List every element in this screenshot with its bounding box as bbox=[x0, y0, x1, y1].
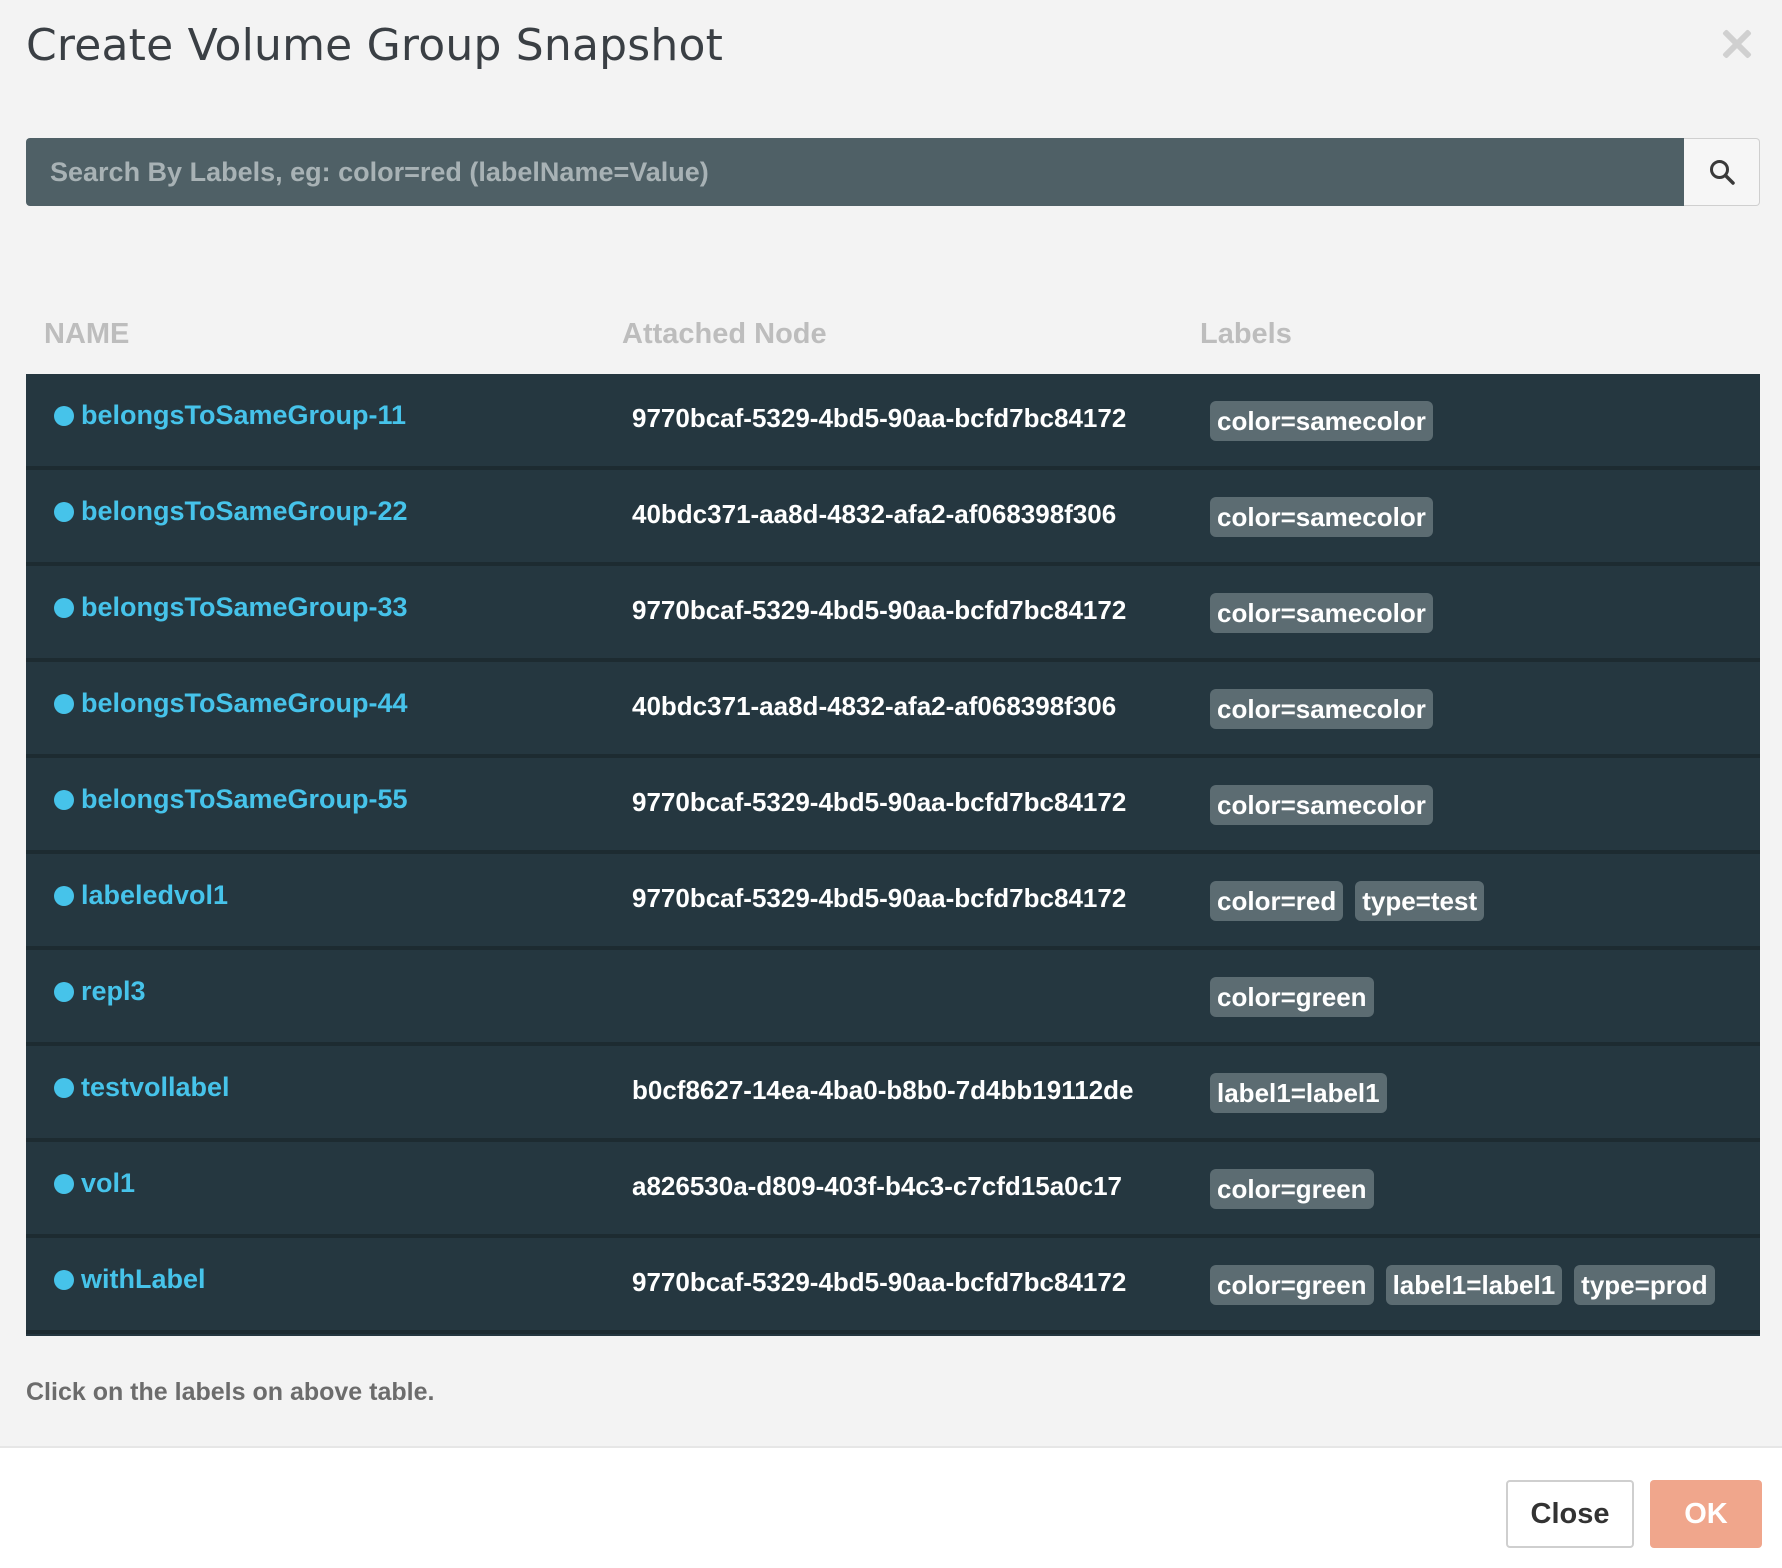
status-dot-icon bbox=[54, 981, 74, 1002]
labels-cell: label1=label1 bbox=[1210, 1073, 1387, 1113]
table-row[interactable]: vol1 a826530a-d809-403f-b4c3-c7cfd15a0c17… bbox=[26, 1142, 1760, 1238]
status-dot-icon bbox=[54, 1077, 74, 1098]
volume-name: repl3 bbox=[81, 976, 146, 1006]
volume-name: belongsToSameGroup-11 bbox=[81, 400, 407, 430]
labels-cell: color=samecolor bbox=[1210, 593, 1433, 633]
labels-cell: color=red type=test bbox=[1210, 881, 1485, 921]
labels-cell: color=samecolor bbox=[1210, 401, 1433, 441]
attached-node: b0cf8627-14ea-4ba0-b8b0-7d4bb19112de bbox=[632, 1075, 1134, 1105]
table-header: NAME Attached Node Labels bbox=[26, 310, 1760, 360]
labels-cell: color=green bbox=[1210, 1169, 1374, 1209]
dialog-title: Create Volume Group Snapshot bbox=[26, 20, 724, 71]
attached-node: 40bdc371-aa8d-4832-afa2-af068398f306 bbox=[632, 691, 1117, 721]
table-row[interactable]: belongsToSameGroup-33 9770bcaf-5329-4bd5-… bbox=[26, 566, 1760, 662]
volume-name-link[interactable]: withLabel bbox=[54, 1264, 206, 1295]
volume-name: testvollabel bbox=[81, 1072, 230, 1102]
attached-node: 9770bcaf-5329-4bd5-90aa-bcfd7bc84172 bbox=[632, 883, 1127, 913]
attached-node: 9770bcaf-5329-4bd5-90aa-bcfd7bc84172 bbox=[632, 1267, 1127, 1297]
labels-cell: color=samecolor bbox=[1210, 689, 1433, 729]
attached-node: 9770bcaf-5329-4bd5-90aa-bcfd7bc84172 bbox=[632, 403, 1127, 433]
table-row[interactable]: testvollabel b0cf8627-14ea-4ba0-b8b0-7d4b… bbox=[26, 1046, 1760, 1142]
search-icon bbox=[1709, 160, 1735, 185]
labels-cell: color=green bbox=[1210, 977, 1374, 1017]
search-input[interactable] bbox=[26, 138, 1684, 206]
label-chip[interactable]: color=red bbox=[1210, 881, 1344, 921]
labels-cell: color=samecolor bbox=[1210, 785, 1433, 825]
label-chip[interactable]: color=samecolor bbox=[1210, 401, 1433, 441]
label-chip[interactable]: type=test bbox=[1355, 881, 1485, 921]
status-dot-icon bbox=[54, 693, 74, 714]
label-chip[interactable]: color=samecolor bbox=[1210, 689, 1433, 729]
close-icon[interactable] bbox=[1716, 24, 1756, 64]
create-volume-group-snapshot-dialog: Create Volume Group Snapshot NAME Attach… bbox=[0, 0, 1782, 1568]
table-row[interactable]: belongsToSameGroup-55 9770bcaf-5329-4bd5-… bbox=[26, 758, 1760, 854]
status-dot-icon bbox=[54, 405, 74, 426]
volume-name: vol1 bbox=[81, 1168, 136, 1198]
volume-name-link[interactable]: repl3 bbox=[54, 976, 146, 1007]
labels-cell: color=samecolor bbox=[1210, 497, 1433, 537]
label-chip[interactable]: color=green bbox=[1210, 977, 1374, 1017]
status-dot-icon bbox=[54, 885, 74, 906]
status-dot-icon bbox=[54, 501, 74, 522]
volume-name-link[interactable]: belongsToSameGroup-11 bbox=[54, 400, 406, 431]
hint-text: Click on the labels on above table. bbox=[26, 1378, 435, 1406]
status-dot-icon bbox=[54, 1269, 74, 1290]
volume-name: belongsToSameGroup-22 bbox=[81, 496, 408, 526]
volume-name: withLabel bbox=[81, 1264, 206, 1294]
close-button[interactable]: Close bbox=[1506, 1480, 1634, 1548]
volume-table: belongsToSameGroup-11 9770bcaf-5329-4bd5-… bbox=[26, 374, 1760, 1336]
table-row[interactable]: belongsToSameGroup-22 40bdc371-aa8d-4832-… bbox=[26, 470, 1760, 566]
table-row[interactable]: withLabel 9770bcaf-5329-4bd5-90aa-bcfd7bc… bbox=[26, 1238, 1760, 1334]
volume-name-link[interactable]: belongsToSameGroup-44 bbox=[54, 688, 408, 719]
status-dot-icon bbox=[54, 597, 74, 618]
table-row[interactable]: belongsToSameGroup-11 9770bcaf-5329-4bd5-… bbox=[26, 374, 1760, 470]
column-header-name: NAME bbox=[44, 318, 130, 350]
volume-name-link[interactable]: testvollabel bbox=[54, 1072, 230, 1103]
attached-node: 9770bcaf-5329-4bd5-90aa-bcfd7bc84172 bbox=[632, 787, 1127, 817]
label-chip[interactable]: color=samecolor bbox=[1210, 497, 1433, 537]
search-bar bbox=[26, 138, 1760, 206]
volume-name: belongsToSameGroup-44 bbox=[81, 688, 408, 718]
status-dot-icon bbox=[54, 789, 74, 810]
volume-name-link[interactable]: labeledvol1 bbox=[54, 880, 228, 911]
labels-cell: color=green label1=label1 type=prod bbox=[1210, 1265, 1715, 1305]
status-dot-icon bbox=[54, 1173, 74, 1194]
column-header-attached-node: Attached Node bbox=[622, 318, 827, 350]
dialog-footer: Close OK bbox=[0, 1446, 1782, 1568]
label-chip[interactable]: color=samecolor bbox=[1210, 593, 1433, 633]
label-chip[interactable]: color=green bbox=[1210, 1265, 1374, 1305]
volume-name-link[interactable]: belongsToSameGroup-33 bbox=[54, 592, 408, 623]
attached-node: 9770bcaf-5329-4bd5-90aa-bcfd7bc84172 bbox=[632, 595, 1127, 625]
attached-node: a826530a-d809-403f-b4c3-c7cfd15a0c17 bbox=[632, 1171, 1123, 1201]
label-chip[interactable]: label1=label1 bbox=[1385, 1265, 1563, 1305]
volume-name: labeledvol1 bbox=[81, 880, 229, 910]
label-chip[interactable]: color=green bbox=[1210, 1169, 1374, 1209]
volume-name: belongsToSameGroup-55 bbox=[81, 784, 408, 814]
label-chip[interactable]: label1=label1 bbox=[1210, 1073, 1387, 1113]
column-header-labels: Labels bbox=[1200, 318, 1292, 350]
volume-name-link[interactable]: vol1 bbox=[54, 1168, 135, 1199]
ok-button[interactable]: OK bbox=[1650, 1480, 1762, 1548]
table-row[interactable]: repl3 color=green bbox=[26, 950, 1760, 1046]
table-row[interactable]: labeledvol1 9770bcaf-5329-4bd5-90aa-bcfd7… bbox=[26, 854, 1760, 950]
volume-name: belongsToSameGroup-33 bbox=[81, 592, 408, 622]
label-chip[interactable]: color=samecolor bbox=[1210, 785, 1433, 825]
attached-node: 40bdc371-aa8d-4832-afa2-af068398f306 bbox=[632, 499, 1117, 529]
search-button[interactable] bbox=[1684, 138, 1760, 206]
table-row[interactable]: belongsToSameGroup-44 40bdc371-aa8d-4832-… bbox=[26, 662, 1760, 758]
volume-name-link[interactable]: belongsToSameGroup-55 bbox=[54, 784, 408, 815]
label-chip[interactable]: type=prod bbox=[1574, 1265, 1715, 1305]
volume-name-link[interactable]: belongsToSameGroup-22 bbox=[54, 496, 408, 527]
